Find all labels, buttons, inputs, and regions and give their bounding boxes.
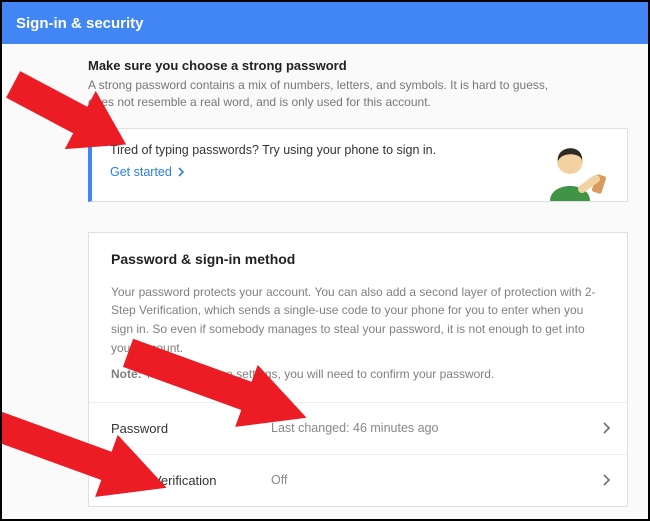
- two-step-label: 2-Step Verification: [111, 473, 271, 488]
- get-started-link[interactable]: Get started: [110, 165, 186, 179]
- password-row[interactable]: Password Last changed: 46 minutes ago: [89, 402, 627, 454]
- get-started-label: Get started: [110, 165, 172, 179]
- strong-password-heading: Make sure you choose a strong password: [88, 58, 628, 73]
- signin-method-card: Password & sign-in method Your password …: [88, 232, 628, 507]
- chevron-right-icon: [178, 167, 186, 177]
- two-step-verification-row[interactable]: 2-Step Verification Off: [89, 454, 627, 506]
- strong-password-description: A strong password contains a mix of numb…: [88, 77, 558, 112]
- person-phone-illustration: [532, 139, 617, 201]
- page-header: Sign-in & security: [2, 2, 648, 44]
- password-value: Last changed: 46 minutes ago: [271, 421, 602, 435]
- main-content: Make sure you choose a strong password A…: [2, 44, 648, 521]
- signin-method-note: Note: To change these settings, you will…: [89, 365, 627, 402]
- note-text: To change these settings, you will need …: [142, 367, 495, 381]
- chevron-right-icon: [602, 421, 611, 435]
- chevron-right-icon: [602, 473, 611, 487]
- page-title: Sign-in & security: [16, 15, 144, 32]
- note-label: Note:: [111, 367, 142, 381]
- signin-method-heading: Password & sign-in method: [89, 233, 627, 273]
- password-label: Password: [111, 421, 271, 436]
- two-step-value: Off: [271, 473, 602, 487]
- phone-signin-card: Tired of typing passwords? Try using you…: [88, 128, 628, 202]
- signin-method-description: Your password protects your account. You…: [89, 273, 627, 365]
